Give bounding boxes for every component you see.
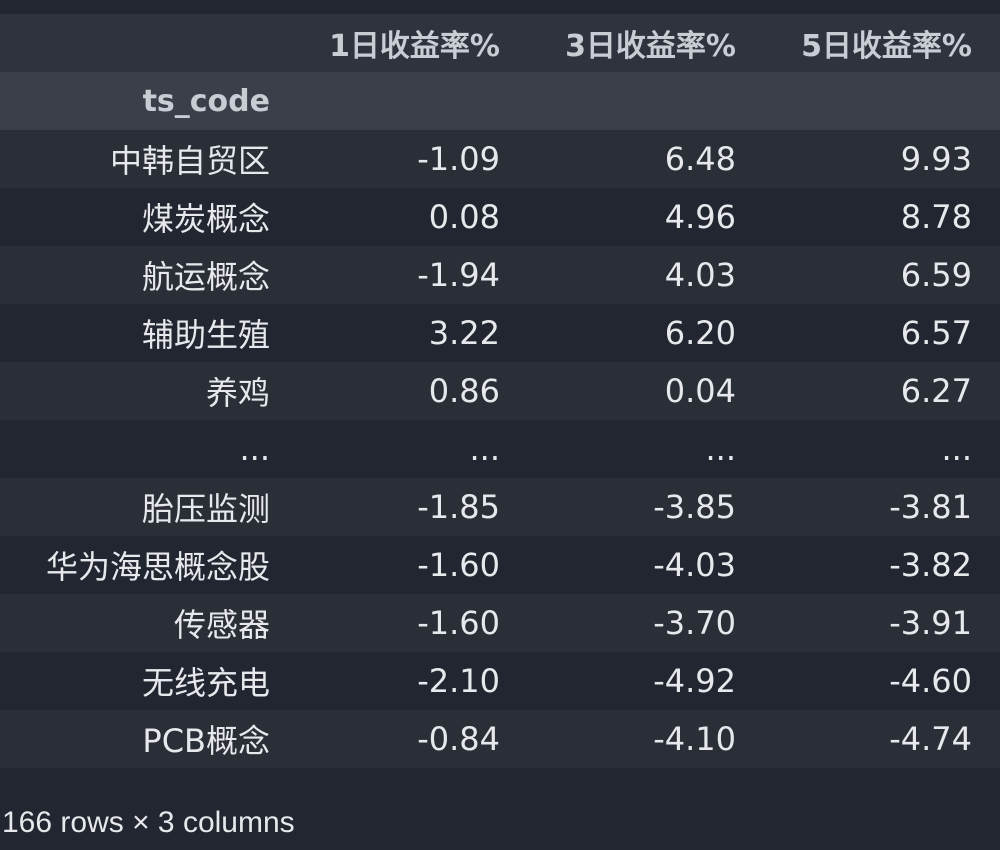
table-header: 1日收益率% 3日收益率% 5日收益率% ts_code <box>0 14 1000 130</box>
table-row: 胎压监测 -1.85 -3.85 -3.81 <box>0 478 1000 536</box>
table-cell: -1.09 <box>270 130 500 188</box>
column-header-3d-return: 3日收益率% <box>500 14 736 72</box>
table-cell: 9.93 <box>736 130 972 188</box>
column-header-1d-return: 1日收益率% <box>270 14 500 72</box>
dataframe-shape-text: 166 rows × 3 columns <box>2 806 295 839</box>
table-cell: -3.82 <box>736 536 972 594</box>
index-corner-cell <box>0 14 270 72</box>
row-padding-cell <box>972 188 1000 246</box>
table-row: 辅助生殖 3.22 6.20 6.57 <box>0 304 1000 362</box>
table-cell: -0.84 <box>270 710 500 768</box>
table-row: 中韩自贸区 -1.09 6.48 9.93 <box>0 130 1000 188</box>
table-cell: -4.10 <box>500 710 736 768</box>
row-index-label: 传感器 <box>0 594 270 652</box>
table-cell: 6.48 <box>500 130 736 188</box>
index-name-empty-cell <box>270 72 500 130</box>
row-index-label: 胎压监测 <box>0 478 270 536</box>
row-padding-cell <box>972 246 1000 304</box>
table-cell: ... <box>736 420 972 478</box>
row-index-label: 航运概念 <box>0 246 270 304</box>
table-row: 煤炭概念 0.08 4.96 8.78 <box>0 188 1000 246</box>
table-cell: 6.27 <box>736 362 972 420</box>
table-row: 养鸡 0.86 0.04 6.27 <box>0 362 1000 420</box>
table-cell: 6.57 <box>736 304 972 362</box>
table-row: 传感器 -1.60 -3.70 -3.91 <box>0 594 1000 652</box>
table-cell: 0.04 <box>500 362 736 420</box>
index-name-empty-cell <box>736 72 972 130</box>
table-cell: 3.22 <box>270 304 500 362</box>
table-cell: 4.03 <box>500 246 736 304</box>
row-padding-cell <box>972 652 1000 710</box>
table-cell: -3.70 <box>500 594 736 652</box>
table-row: ............ <box>0 420 1000 478</box>
table-cell: ... <box>500 420 736 478</box>
index-name-empty-cell <box>500 72 736 130</box>
row-index-label: 中韩自贸区 <box>0 130 270 188</box>
row-index-label: 无线充电 <box>0 652 270 710</box>
table-cell: -1.60 <box>270 594 500 652</box>
table-row: 华为海思概念股 -1.60 -4.03 -3.82 <box>0 536 1000 594</box>
table-cell: ... <box>270 420 500 478</box>
table-cell: -3.85 <box>500 478 736 536</box>
table-cell: -4.03 <box>500 536 736 594</box>
column-header-5d-return: 5日收益率% <box>736 14 972 72</box>
row-index-label: 辅助生殖 <box>0 304 270 362</box>
table-row: 航运概念 -1.94 4.03 6.59 <box>0 246 1000 304</box>
index-name-empty-cell <box>972 72 1000 130</box>
row-index-label: 煤炭概念 <box>0 188 270 246</box>
table-cell: 0.08 <box>270 188 500 246</box>
table-cell: -1.60 <box>270 536 500 594</box>
row-index-label: PCB概念 <box>0 710 270 768</box>
row-index-label: 华为海思概念股 <box>0 536 270 594</box>
table-cell: -1.94 <box>270 246 500 304</box>
table-cell: 6.20 <box>500 304 736 362</box>
row-index-label: ... <box>0 420 270 478</box>
row-padding-cell <box>972 478 1000 536</box>
row-padding-cell <box>972 362 1000 420</box>
table-row: PCB概念 -0.84 -4.10 -4.74 <box>0 710 1000 768</box>
index-name-row: ts_code <box>0 72 1000 130</box>
row-padding-cell <box>972 304 1000 362</box>
table-cell: -3.91 <box>736 594 972 652</box>
row-padding-cell <box>972 536 1000 594</box>
dataframe-table: 1日收益率% 3日收益率% 5日收益率% ts_code 中韩自贸区 -1.09 6… <box>0 14 1000 768</box>
dataframe-output: 1日收益率% 3日收益率% 5日收益率% ts_code 中韩自贸区 -1.09 6… <box>0 14 1000 768</box>
index-name-label: ts_code <box>0 72 270 130</box>
table-row: 无线充电 -2.10 -4.92 -4.60 <box>0 652 1000 710</box>
table-cell: -3.81 <box>736 478 972 536</box>
table-cell: -4.60 <box>736 652 972 710</box>
table-cell: 6.59 <box>736 246 972 304</box>
table-cell: -2.10 <box>270 652 500 710</box>
row-padding-cell <box>972 710 1000 768</box>
row-padding-cell <box>972 130 1000 188</box>
row-index-label: 养鸡 <box>0 362 270 420</box>
table-cell: -1.85 <box>270 478 500 536</box>
table-cell: 4.96 <box>500 188 736 246</box>
header-padding-cell <box>972 14 1000 72</box>
table-cell: 8.78 <box>736 188 972 246</box>
table-body: 中韩自贸区 -1.09 6.48 9.93 煤炭概念 0.08 4.96 8.78 航运概念 -1… <box>0 130 1000 768</box>
table-cell: 0.86 <box>270 362 500 420</box>
column-header-row: 1日收益率% 3日收益率% 5日收益率% <box>0 14 1000 72</box>
row-padding-cell <box>972 594 1000 652</box>
table-cell: -4.74 <box>736 710 972 768</box>
row-padding-cell <box>972 420 1000 478</box>
table-cell: -4.92 <box>500 652 736 710</box>
